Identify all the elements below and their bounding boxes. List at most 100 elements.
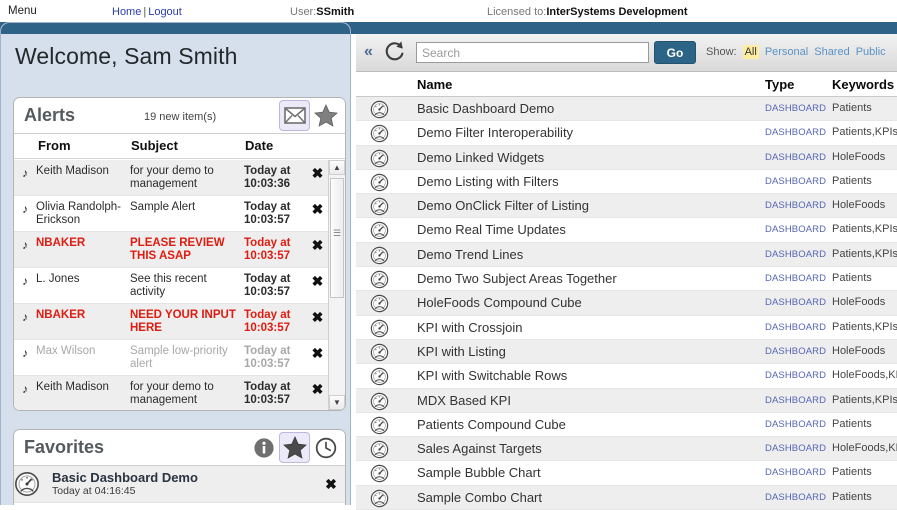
alert-row[interactable]: ♪ Max Wilson Sample low-priority alert Toda… [14,340,329,376]
dashboard-type: DASHBOARD [765,151,827,163]
dismiss-alert-icon[interactable]: ✖ [306,160,329,195]
music-note-icon: ♪ [22,382,28,396]
logout-link[interactable]: Logout [148,6,182,18]
dashboard-keywords: Patients,KPIs [832,393,897,406]
column-header-type[interactable]: Type [765,77,794,92]
star-icon[interactable] [279,432,310,463]
music-note-icon: ♪ [22,310,28,324]
menu-button[interactable]: Menu [8,5,37,17]
alert-row[interactable]: ♪ NBAKER PLEASE REVIEW THIS ASAP Today at 1… [14,232,329,268]
alert-subject: for your demo to management [130,165,214,190]
dashboard-keywords: Patients [832,466,872,479]
table-row[interactable]: Basic Dashboard Demo DASHBOARD Patients [356,97,897,122]
scrollbar-thumb[interactable] [330,178,344,298]
favorites-card-header: Favorites [14,430,345,466]
dashboard-name[interactable]: KPI with Crossjoin [417,320,522,335]
dashboard-name[interactable]: MDX Based KPI [417,393,511,408]
table-row[interactable]: Demo Linked Widgets DASHBOARD HoleFoods [356,145,897,170]
dashboard-name[interactable]: Patients Compound Cube [417,417,566,432]
table-row[interactable]: Sample Bubble Chart DASHBOARD Patients [356,461,897,486]
refresh-icon[interactable] [384,40,406,64]
table-row[interactable]: Demo Two Subject Areas Together DASHBOARD… [356,267,897,292]
alert-date: Today at 10:03:57 [244,309,291,334]
license-info: Licensed to:InterSystems Development [487,6,688,18]
table-row[interactable]: Demo Trend Lines DASHBOARD Patients,KPIs [356,242,897,268]
table-row[interactable]: Sample Combo Chart DASHBOARD Patients [356,485,897,510]
clock-icon[interactable] [310,432,341,463]
dashboard-keywords: Patients [832,272,872,285]
show-filter-public[interactable]: Public [856,46,886,58]
alert-date: Today at 10:03:57 [244,237,291,262]
dashboard-name[interactable]: Sales Against Targets [417,441,542,456]
dashboard-name[interactable]: Demo Real Time Updates [417,222,566,237]
alert-row[interactable]: ♪ NBAKER NEED YOUR INPUT HERE Today at 10:0… [14,304,329,340]
show-filter-personal[interactable]: Personal [765,46,808,58]
dashboard-type: DASHBOARD [765,248,827,260]
table-row[interactable]: Patients Compound Cube DASHBOARD Patients [356,413,897,438]
remove-favorite-icon[interactable]: ✖ [317,476,345,493]
alert-date: Today at 10:03:57 [244,345,291,370]
show-filter-shared[interactable]: Shared [814,46,849,58]
dashboard-keywords: HoleFoods [832,199,886,212]
dismiss-alert-icon[interactable]: ✖ [306,376,329,410]
search-input[interactable] [416,42,649,63]
alerts-col-date[interactable]: Date [245,138,273,153]
alert-row[interactable]: ♪ Keith Madison for your demo to managemen… [14,376,329,410]
license-label: Licensed to: [487,6,547,18]
dashboard-name[interactable]: Demo OnClick Filter of Listing [417,198,589,213]
dashboard-name[interactable]: Demo Linked Widgets [417,150,544,165]
gauge-icon [370,392,389,411]
collapse-panel-icon[interactable]: « [364,43,373,61]
dashboard-name[interactable]: KPI with Listing [417,344,506,359]
search-go-button[interactable]: Go [654,41,696,64]
table-row[interactable]: Demo Listing with Filters DASHBOARD Patien… [356,170,897,195]
home-link[interactable]: Home [112,6,141,18]
alert-row[interactable]: ♪ Olivia Randolph-Erickson Sample Alert Tod… [14,196,329,232]
alerts-title: Alerts [24,105,76,125]
alert-row[interactable]: ♪ Keith Madison for your demo to managemen… [14,160,329,196]
alert-subject: Sample Alert [130,201,196,213]
alerts-scrollbar[interactable]: ▲ ☰ ▼ [328,160,345,410]
dismiss-alert-icon[interactable]: ✖ [306,232,329,267]
alerts-col-from[interactable]: From [38,138,71,153]
table-row[interactable]: Demo Real Time Updates DASHBOARD Patients,… [356,218,897,243]
star-icon[interactable] [310,100,341,131]
dashboard-name[interactable]: Demo Trend Lines [417,247,523,262]
table-row[interactable]: KPI with Switchable Rows DASHBOARD HoleFoo… [356,364,897,389]
alert-row[interactable]: ♪ L. Jones See this recent activity Today a… [14,268,329,304]
table-row[interactable]: HoleFoods Compound Cube DASHBOARD HoleFood… [356,291,897,316]
dashboard-name[interactable]: Demo Filter Interoperability [417,125,573,140]
scroll-up-arrow[interactable]: ▲ [329,160,345,175]
table-row[interactable]: Demo Filter Interoperability DASHBOARD Pat… [356,121,897,146]
gauge-icon [370,343,389,362]
alert-from: NBAKER [36,309,86,321]
table-row[interactable]: Sales Against Targets DASHBOARD HoleFoods,… [356,437,897,462]
dismiss-alert-icon[interactable]: ✖ [306,304,329,339]
dismiss-alert-icon[interactable]: ✖ [306,196,329,231]
envelope-icon[interactable] [279,100,310,131]
dismiss-alert-icon[interactable]: ✖ [306,340,329,375]
column-header-keywords[interactable]: Keywords [832,77,894,92]
dashboard-keywords: Patients [832,174,872,187]
dashboard-name[interactable]: Demo Listing with Filters [417,174,559,189]
info-icon[interactable] [248,432,279,463]
dashboard-name[interactable]: Demo Two Subject Areas Together [417,271,617,286]
table-row[interactable]: KPI with Listing DASHBOARD HoleFoods [356,339,897,365]
dashboard-name[interactable]: Basic Dashboard Demo [417,101,554,116]
column-header-name[interactable]: Name [417,77,452,92]
dashboard-name[interactable]: Sample Bubble Chart [417,465,541,480]
table-row[interactable]: Demo OnClick Filter of Listing DASHBOARD H… [356,194,897,219]
dismiss-alert-icon[interactable]: ✖ [306,268,329,303]
dashboard-name[interactable]: HoleFoods Compound Cube [417,295,582,310]
alerts-col-subject[interactable]: Subject [131,138,178,153]
alert-from: L. Jones [36,273,80,285]
scroll-down-arrow[interactable]: ▼ [329,395,345,410]
favorite-row[interactable]: Basic Dashboard Demo Today at 04:16:45 ✖ [14,466,345,503]
music-note-icon: ♪ [22,202,28,216]
show-filter-all[interactable]: All [742,45,759,59]
table-row[interactable]: KPI with Crossjoin DASHBOARD Patients,KPIs [356,316,897,340]
table-row[interactable]: MDX Based KPI DASHBOARD Patients,KPIs [356,388,897,413]
dashboard-name[interactable]: KPI with Switchable Rows [417,368,567,383]
dashboard-name[interactable]: Sample Combo Chart [417,490,542,505]
dashboard-keywords: HoleFoods,KPIs [832,369,897,382]
